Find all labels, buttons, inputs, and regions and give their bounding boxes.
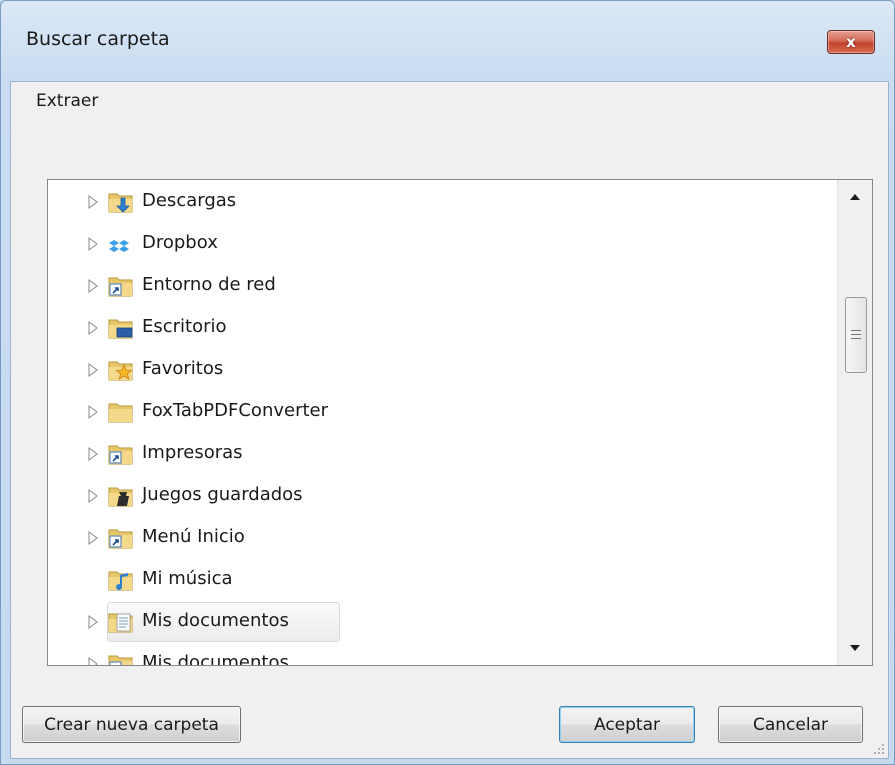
- dropbox-folder-icon: [108, 232, 134, 256]
- downloads-folder-icon: [108, 190, 134, 214]
- shortcut-folder-icon: [108, 652, 134, 665]
- thumb-grip-line: [851, 330, 861, 331]
- tree-item[interactable]: Mis documentos: [48, 643, 830, 666]
- browse-folder-dialog: Buscar carpeta x Extraer Descargas Dropbo…: [0, 0, 895, 765]
- tree-item-label: Menú Inicio: [142, 526, 245, 547]
- favorites-folder-icon: [108, 358, 134, 382]
- expand-arrow-icon[interactable]: [86, 613, 100, 631]
- expand-arrow-icon[interactable]: [86, 277, 100, 295]
- tree-item[interactable]: Favoritos: [48, 349, 830, 391]
- tree-item[interactable]: Dropbox: [48, 223, 830, 265]
- dialog-body: Extraer Descargas Dropbox Entorno de red Es…: [10, 81, 889, 759]
- cancel-button[interactable]: Cancelar: [718, 706, 863, 743]
- tree-item[interactable]: Menú Inicio: [48, 517, 830, 559]
- tree-item-label: Impresoras: [142, 442, 243, 463]
- tree-item[interactable]: Descargas: [48, 181, 830, 223]
- window-title: Buscar carpeta: [26, 28, 170, 50]
- scroll-down-button[interactable]: [838, 631, 872, 665]
- tree-item-label: Entorno de red: [142, 274, 276, 295]
- tree-item[interactable]: FoxTabPDFConverter: [48, 391, 830, 433]
- desktop-folder-icon: [108, 316, 134, 340]
- tree-item[interactable]: Entorno de red: [48, 265, 830, 307]
- tree-item[interactable]: Escritorio: [48, 307, 830, 349]
- resize-grip-icon[interactable]: [873, 743, 885, 755]
- thumb-grip-line: [851, 334, 861, 335]
- folder-icon: [108, 400, 134, 424]
- tree-item-label: Escritorio: [142, 316, 227, 337]
- tree-item-label: Favoritos: [142, 358, 224, 379]
- tree-item[interactable]: Impresoras: [48, 433, 830, 475]
- expand-arrow-icon[interactable]: [86, 193, 100, 211]
- tree-item[interactable]: Mi música: [48, 559, 830, 601]
- ok-button[interactable]: Aceptar: [559, 706, 695, 743]
- tree-item[interactable]: Juegos guardados: [48, 475, 830, 517]
- expand-arrow-icon[interactable]: [86, 235, 100, 253]
- tree-item-label: FoxTabPDFConverter: [142, 400, 329, 421]
- shortcut-folder-icon: [108, 274, 134, 298]
- expand-arrow-icon[interactable]: [86, 403, 100, 421]
- shortcut-folder-icon: [108, 442, 134, 466]
- tree-item-label: Descargas: [142, 190, 237, 211]
- tree-item[interactable]: Mis documentos: [48, 601, 830, 643]
- arrow-up-icon: [850, 194, 860, 200]
- expand-arrow-icon[interactable]: [86, 655, 100, 665]
- tree-item-label: Mi música: [142, 568, 233, 589]
- dialog-prompt: Extraer: [36, 91, 99, 111]
- folder-tree[interactable]: Descargas Dropbox Entorno de red Escritorio…: [47, 179, 873, 666]
- expand-arrow-icon[interactable]: [86, 319, 100, 337]
- close-icon: x: [846, 33, 856, 51]
- close-button[interactable]: x: [827, 30, 875, 54]
- expand-arrow-icon[interactable]: [86, 487, 100, 505]
- scrollbar-thumb[interactable]: [845, 297, 867, 373]
- documents-folder-icon: [108, 610, 134, 634]
- new-folder-button[interactable]: Crear nueva carpeta: [22, 706, 241, 743]
- expand-arrow-icon[interactable]: [86, 529, 100, 547]
- shortcut-folder-icon: [108, 526, 134, 550]
- expand-arrow-icon[interactable]: [86, 361, 100, 379]
- thumb-grip-line: [851, 338, 861, 339]
- music-folder-icon: [108, 568, 134, 592]
- saved-games-folder-icon: [108, 484, 134, 508]
- tree-item-label: Mis documentos: [142, 652, 289, 666]
- tree-item-label: Dropbox: [142, 232, 218, 253]
- vertical-scrollbar[interactable]: [837, 180, 872, 665]
- tree-item-label: Mis documentos: [142, 610, 289, 631]
- expand-arrow-icon[interactable]: [86, 445, 100, 463]
- arrow-down-icon: [850, 645, 860, 651]
- tree-item-label: Juegos guardados: [142, 484, 303, 505]
- scroll-up-button[interactable]: [838, 180, 872, 214]
- title-bar[interactable]: Buscar carpeta x: [1, 1, 894, 81]
